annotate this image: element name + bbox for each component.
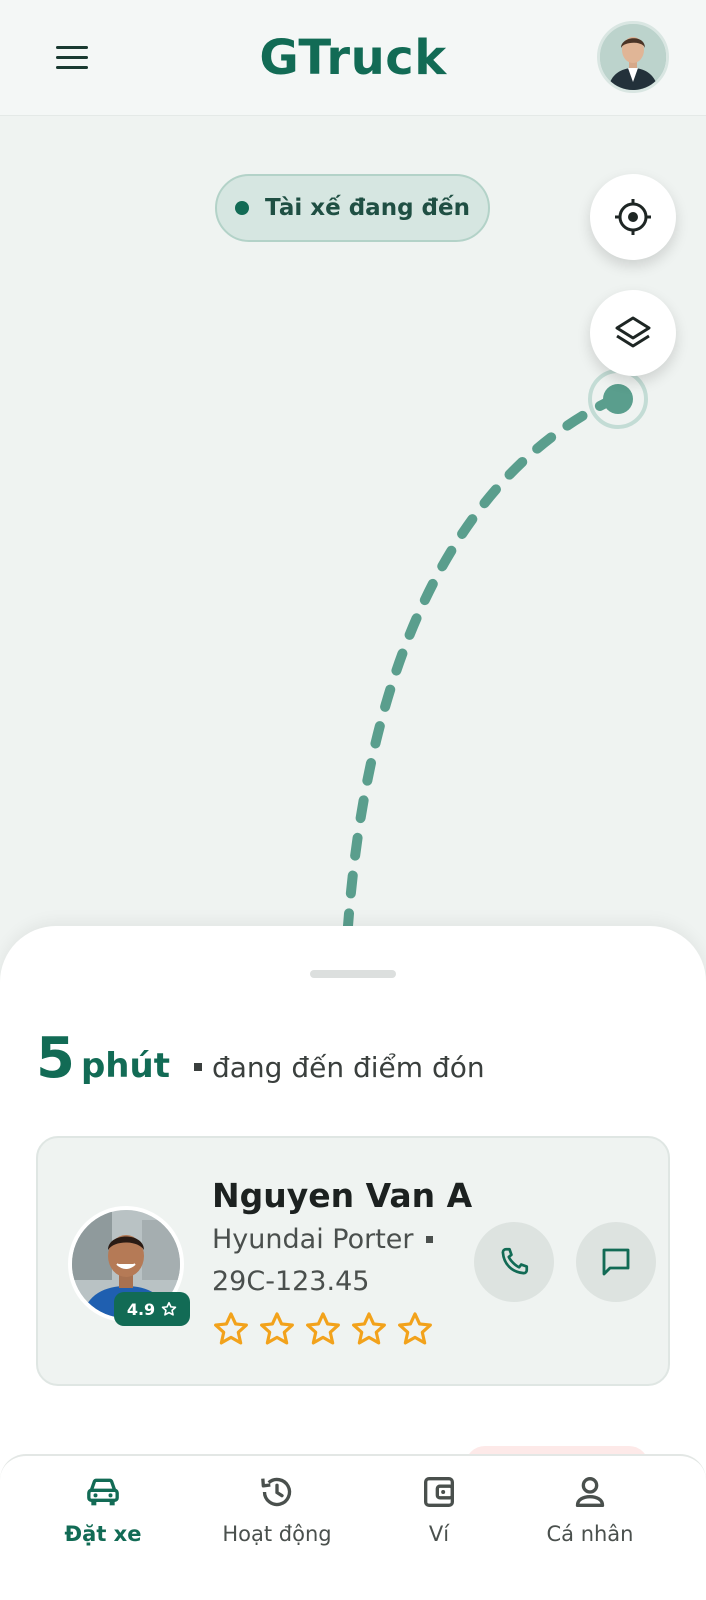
star-rating (212, 1310, 434, 1348)
separator-dot (425, 1236, 433, 1243)
status-label: Tài xế đang đến (265, 195, 470, 221)
crosshair-icon (615, 199, 651, 235)
star-icon (306, 1312, 340, 1345)
nav-label: Ví (428, 1522, 450, 1546)
separator-dot (193, 1062, 202, 1071)
driver-name: Nguyen Van A (212, 1176, 473, 1215)
status-dot (235, 201, 250, 215)
rating-value: 4.9 (126, 1299, 156, 1319)
car-icon (81, 1470, 125, 1514)
star-icon (352, 1312, 386, 1345)
history-icon (255, 1470, 299, 1514)
nav-item-ca-nhan[interactable]: Cá nhân (505, 1470, 675, 1560)
layers-icon (615, 316, 651, 348)
nav-label: Đặt xe (64, 1522, 142, 1546)
driver-status-chip: Tài xế đang đến (215, 174, 490, 242)
star-outline-icon (161, 1301, 177, 1316)
star-icon (398, 1312, 432, 1345)
eta-unit: phút (80, 1046, 170, 1086)
nav-item-hoat-dong[interactable]: Hoạt động (192, 1470, 362, 1560)
eta-value: 5 (36, 1026, 75, 1091)
driver-card: 4.9 Nguyen Van A Hyundai Porter 29C-123.… (36, 1136, 670, 1386)
vehicle-info: Hyundai Porter (212, 1224, 433, 1255)
driver-location-marker (603, 384, 633, 414)
wallet-icon (417, 1470, 461, 1514)
nav-label: Hoạt động (222, 1522, 332, 1546)
app-header: GTruck (0, 0, 706, 116)
person-icon (568, 1470, 612, 1514)
locate-button[interactable] (590, 174, 676, 260)
star-icon (260, 1312, 294, 1345)
rating-badge: 4.9 (114, 1292, 190, 1326)
nav-item-vi[interactable]: Ví (354, 1470, 524, 1560)
eta-status-text: đang đến điểm đón (211, 1051, 485, 1084)
license-plate: 29C-123.45 (212, 1266, 370, 1297)
phone-icon (501, 1247, 529, 1275)
vehicle-model: Hyundai Porter (212, 1224, 414, 1255)
layers-button[interactable] (590, 290, 676, 376)
profile-avatar[interactable] (597, 21, 669, 93)
message-button[interactable] (576, 1222, 656, 1302)
eta-row: 5 phút đang đến điểm đón (36, 1026, 485, 1091)
bottom-navigation: Đặt xe Hoạt động Ví Cá nhân (0, 1454, 706, 1600)
nav-label: Cá nhân (546, 1522, 634, 1546)
nav-item-dat-xe[interactable]: Đặt xe (18, 1470, 188, 1560)
drag-handle[interactable] (310, 970, 396, 978)
route-line (343, 393, 621, 931)
star-icon (214, 1312, 248, 1345)
chat-icon (602, 1248, 630, 1276)
call-button[interactable] (474, 1222, 554, 1302)
